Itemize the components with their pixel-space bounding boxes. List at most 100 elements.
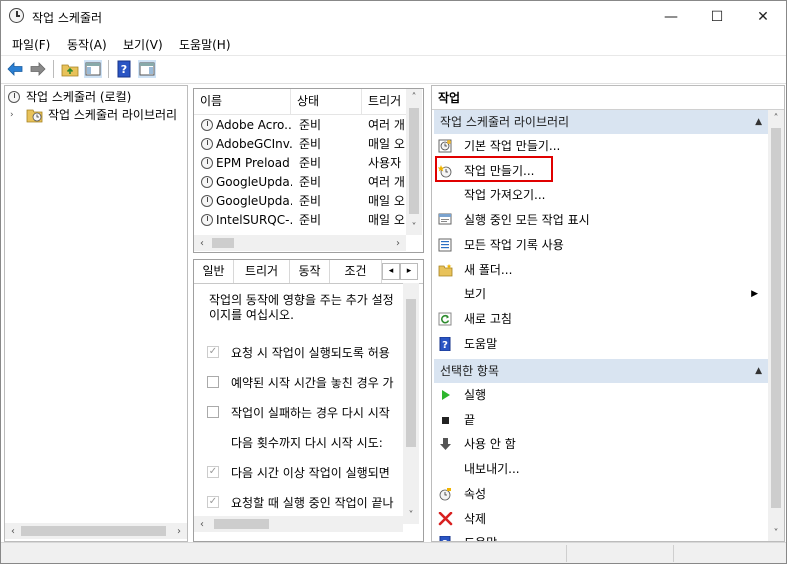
option-checkbox[interactable]: ✓ xyxy=(207,346,219,358)
task-trigger: 사용자 xyxy=(368,156,402,170)
task-status: 준비 xyxy=(299,213,322,227)
action-item[interactable]: 기본 작업 만들기... xyxy=(438,135,760,157)
action-item[interactable]: 작업 가져오기... xyxy=(438,184,760,206)
task-row[interactable]: EPM Preload 준비 사용자 xyxy=(194,154,406,173)
scroll-left-arrow-icon[interactable]: ‹ xyxy=(194,235,210,251)
tree-horizontal-scrollbar[interactable]: ‹ › xyxy=(5,523,187,539)
column-name[interactable]: 이름 xyxy=(194,89,291,114)
action-label: 모든 작업 기록 사용 xyxy=(464,237,564,252)
task-list-vertical-scrollbar[interactable]: ˄ ˅ xyxy=(406,89,422,235)
scroll-right-arrow-icon[interactable]: › xyxy=(171,523,187,539)
column-trigger[interactable]: 트리거 xyxy=(362,89,406,114)
tab-conditions[interactable]: 조건 xyxy=(330,260,382,283)
scroll-down-arrow-icon[interactable]: ˅ xyxy=(768,525,784,541)
detail-vertical-scrollbar[interactable]: ˅ xyxy=(403,283,419,524)
task-status: 준비 xyxy=(299,194,322,208)
action-item[interactable]: 새 폴더... xyxy=(438,259,760,281)
folder-up-icon[interactable] xyxy=(61,60,79,78)
menu-view[interactable]: 보기(V) xyxy=(123,36,163,53)
task-name: Adobe Acro... xyxy=(216,118,292,132)
action-item[interactable]: 사용 안 함 xyxy=(438,433,760,455)
option-checkbox[interactable] xyxy=(207,406,219,418)
action-item[interactable]: 내보내기... xyxy=(438,458,760,480)
menu-help[interactable]: 도움말(H) xyxy=(179,36,231,53)
detail-horizontal-scrollbar[interactable]: ‹ xyxy=(194,516,403,532)
task-row[interactable]: GoogleUpda... 준비 여러 개 xyxy=(194,173,406,192)
action-item[interactable]: ?도움말 xyxy=(438,532,760,541)
task-row[interactable]: IntelSURQC-... 준비 매일 오 xyxy=(194,211,406,230)
collapse-arrow-icon[interactable]: ▲ xyxy=(755,359,762,383)
scrollbar-thumb[interactable] xyxy=(212,238,234,248)
expand-chevron-icon[interactable]: › xyxy=(10,106,14,124)
task-row[interactable]: AdobeGCInv... 준비 매일 오 xyxy=(194,135,406,154)
collapse-arrow-icon[interactable]: ▲ xyxy=(755,110,762,134)
tab-scroll-left-icon[interactable]: ◂ xyxy=(382,263,400,280)
tree-library-item[interactable]: › 작업 스케줄러 라이브러리 xyxy=(10,106,185,124)
help-icon[interactable]: ? xyxy=(115,60,133,78)
task-trigger: 매일 오 xyxy=(368,137,405,151)
scrollbar-thumb[interactable] xyxy=(771,128,781,508)
action-item[interactable]: 모든 작업 기록 사용 xyxy=(438,234,760,256)
back-arrow-icon[interactable] xyxy=(6,60,24,78)
menu-action[interactable]: 동작(A) xyxy=(67,36,107,53)
tree-library-label: 작업 스케줄러 라이브러리 xyxy=(48,106,178,124)
tab-actions[interactable]: 동작 xyxy=(290,260,330,283)
action-item[interactable]: ?도움말 xyxy=(438,333,760,355)
tab-general[interactable]: 일반 xyxy=(194,260,234,283)
submenu-arrow-icon: ▶ xyxy=(751,289,758,300)
action-item[interactable]: 새로 고침 xyxy=(438,308,760,330)
scroll-up-arrow-icon[interactable]: ˄ xyxy=(768,110,784,126)
scrollbar-thumb[interactable] xyxy=(409,108,419,214)
scroll-left-arrow-icon[interactable]: ‹ xyxy=(5,523,21,539)
actions-vertical-scrollbar[interactable]: ˄ ˅ xyxy=(768,110,784,541)
scrollbar-thumb[interactable] xyxy=(21,526,166,536)
action-label: 사용 안 함 xyxy=(464,437,516,452)
task-row[interactable]: Adobe Acro... 준비 여러 개 xyxy=(194,116,406,135)
window-title: 작업 스케줄러 xyxy=(32,11,103,25)
tab-scroll-right-icon[interactable]: ▸ xyxy=(400,263,418,280)
task-name: GoogleUpda... xyxy=(216,194,292,208)
detail-description-line2: 이지를 여십시오. xyxy=(209,308,294,322)
action-label: 도움말 xyxy=(464,336,498,351)
task-name: AdobeGCInv... xyxy=(216,137,292,151)
forward-arrow-icon[interactable] xyxy=(29,60,47,78)
action-label: 속성 xyxy=(464,486,487,501)
action-item[interactable]: 실행 중인 모든 작업 표시 xyxy=(438,209,760,231)
minimize-button[interactable]: — xyxy=(648,1,694,32)
menu-file[interactable]: 파일(F) xyxy=(12,36,50,53)
option-label: 다음 횟수까지 다시 시작 시도: xyxy=(231,436,383,450)
tab-triggers[interactable]: 트리거 xyxy=(234,260,290,283)
action-item[interactable]: 속성 xyxy=(438,483,760,505)
option-checkbox[interactable] xyxy=(207,376,219,388)
task-row[interactable]: GoogleUpda... 준비 매일 오 xyxy=(194,192,406,211)
task-list-horizontal-scrollbar[interactable]: ‹ › xyxy=(194,235,406,251)
action-item[interactable]: 삭제 xyxy=(438,508,760,530)
option-label: 요청 시 작업이 실행되도록 허용 xyxy=(231,346,390,360)
action-item[interactable]: 끝 xyxy=(438,409,760,431)
scroll-right-arrow-icon[interactable]: › xyxy=(390,235,406,251)
action-item[interactable]: 보기 ▶ xyxy=(438,283,760,305)
action-label: 기본 작업 만들기... xyxy=(464,139,561,153)
action-pane-icon[interactable] xyxy=(138,60,156,78)
scroll-up-arrow-icon[interactable]: ˄ xyxy=(406,89,422,105)
action-item[interactable]: 실행 xyxy=(438,384,760,406)
toolbar-separator xyxy=(53,60,54,78)
section-library-header[interactable]: 작업 스케줄러 라이브러리 ▲ xyxy=(434,110,768,134)
tree-root-label: 작업 스케줄러 (로컬) xyxy=(26,90,132,104)
task-list-header: 이름 상태 트리거 xyxy=(194,89,406,115)
column-status[interactable]: 상태 xyxy=(291,89,362,114)
task-clock-icon xyxy=(201,157,213,169)
option-checkbox[interactable]: ✓ xyxy=(207,466,219,478)
section-selected-header[interactable]: 선택한 항목 ▲ xyxy=(434,359,768,383)
show-hide-console-tree-icon[interactable] xyxy=(84,60,102,78)
close-button[interactable]: ✕ xyxy=(740,1,786,32)
maximize-button[interactable]: ☐ xyxy=(694,1,740,32)
option-checkbox[interactable]: ✓ xyxy=(207,496,219,508)
scrollbar-thumb[interactable] xyxy=(406,299,416,447)
action-label: 새 폴더... xyxy=(464,262,513,277)
toolbar: ? xyxy=(1,55,786,84)
scroll-down-arrow-icon[interactable]: ˅ xyxy=(406,219,422,235)
scrollbar-thumb[interactable] xyxy=(214,519,269,529)
scroll-left-arrow-icon[interactable]: ‹ xyxy=(194,516,210,532)
scroll-down-arrow-icon[interactable]: ˅ xyxy=(403,507,419,523)
